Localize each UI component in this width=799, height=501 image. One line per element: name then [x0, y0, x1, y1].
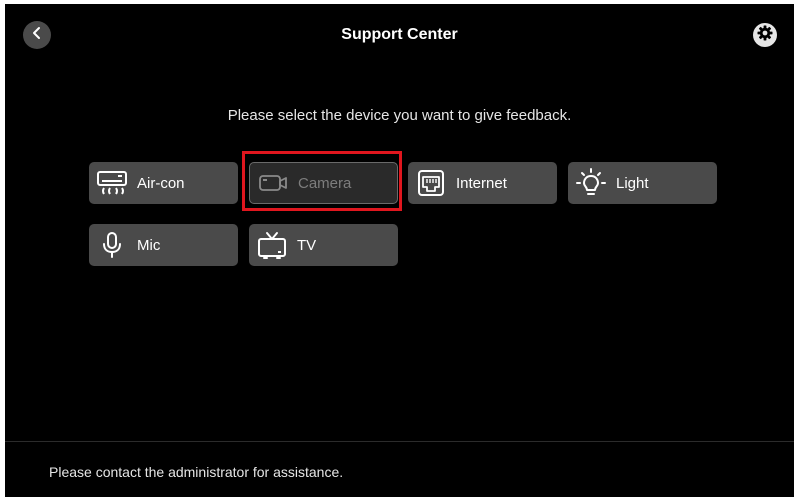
device-label: TV: [297, 236, 317, 254]
device-label: Light: [616, 174, 649, 192]
header: Support Center: [5, 4, 794, 66]
instruction-text: Please select the device you want to giv…: [227, 107, 572, 124]
selection-highlight-box: [242, 151, 402, 211]
device-button-air-con[interactable]: Air-con: [89, 162, 238, 204]
device-button-internet[interactable]: Internet: [408, 162, 557, 204]
light-bulb-icon: [574, 168, 608, 198]
support-center-screen: Support Center Please select the device …: [5, 4, 794, 497]
chevron-left-icon: [31, 26, 43, 45]
gear-icon: [756, 24, 774, 47]
device-label: Mic: [137, 236, 161, 254]
tv-icon: [255, 230, 289, 260]
back-button[interactable]: [23, 21, 51, 49]
network-port-icon: [414, 168, 448, 198]
page-title: Support Center: [341, 26, 458, 43]
footer-text: Please contact the administrator for ass…: [49, 464, 344, 480]
device-button-tv[interactable]: TV: [249, 224, 398, 266]
device-button-light[interactable]: Light: [568, 162, 717, 204]
footer-divider: [5, 441, 794, 442]
settings-button[interactable]: [753, 23, 777, 47]
device-button-mic[interactable]: Mic: [89, 224, 238, 266]
device-label: Internet: [456, 174, 507, 192]
air-conditioner-icon: [95, 168, 129, 198]
microphone-icon: [95, 230, 129, 260]
device-label: Air-con: [137, 174, 185, 192]
